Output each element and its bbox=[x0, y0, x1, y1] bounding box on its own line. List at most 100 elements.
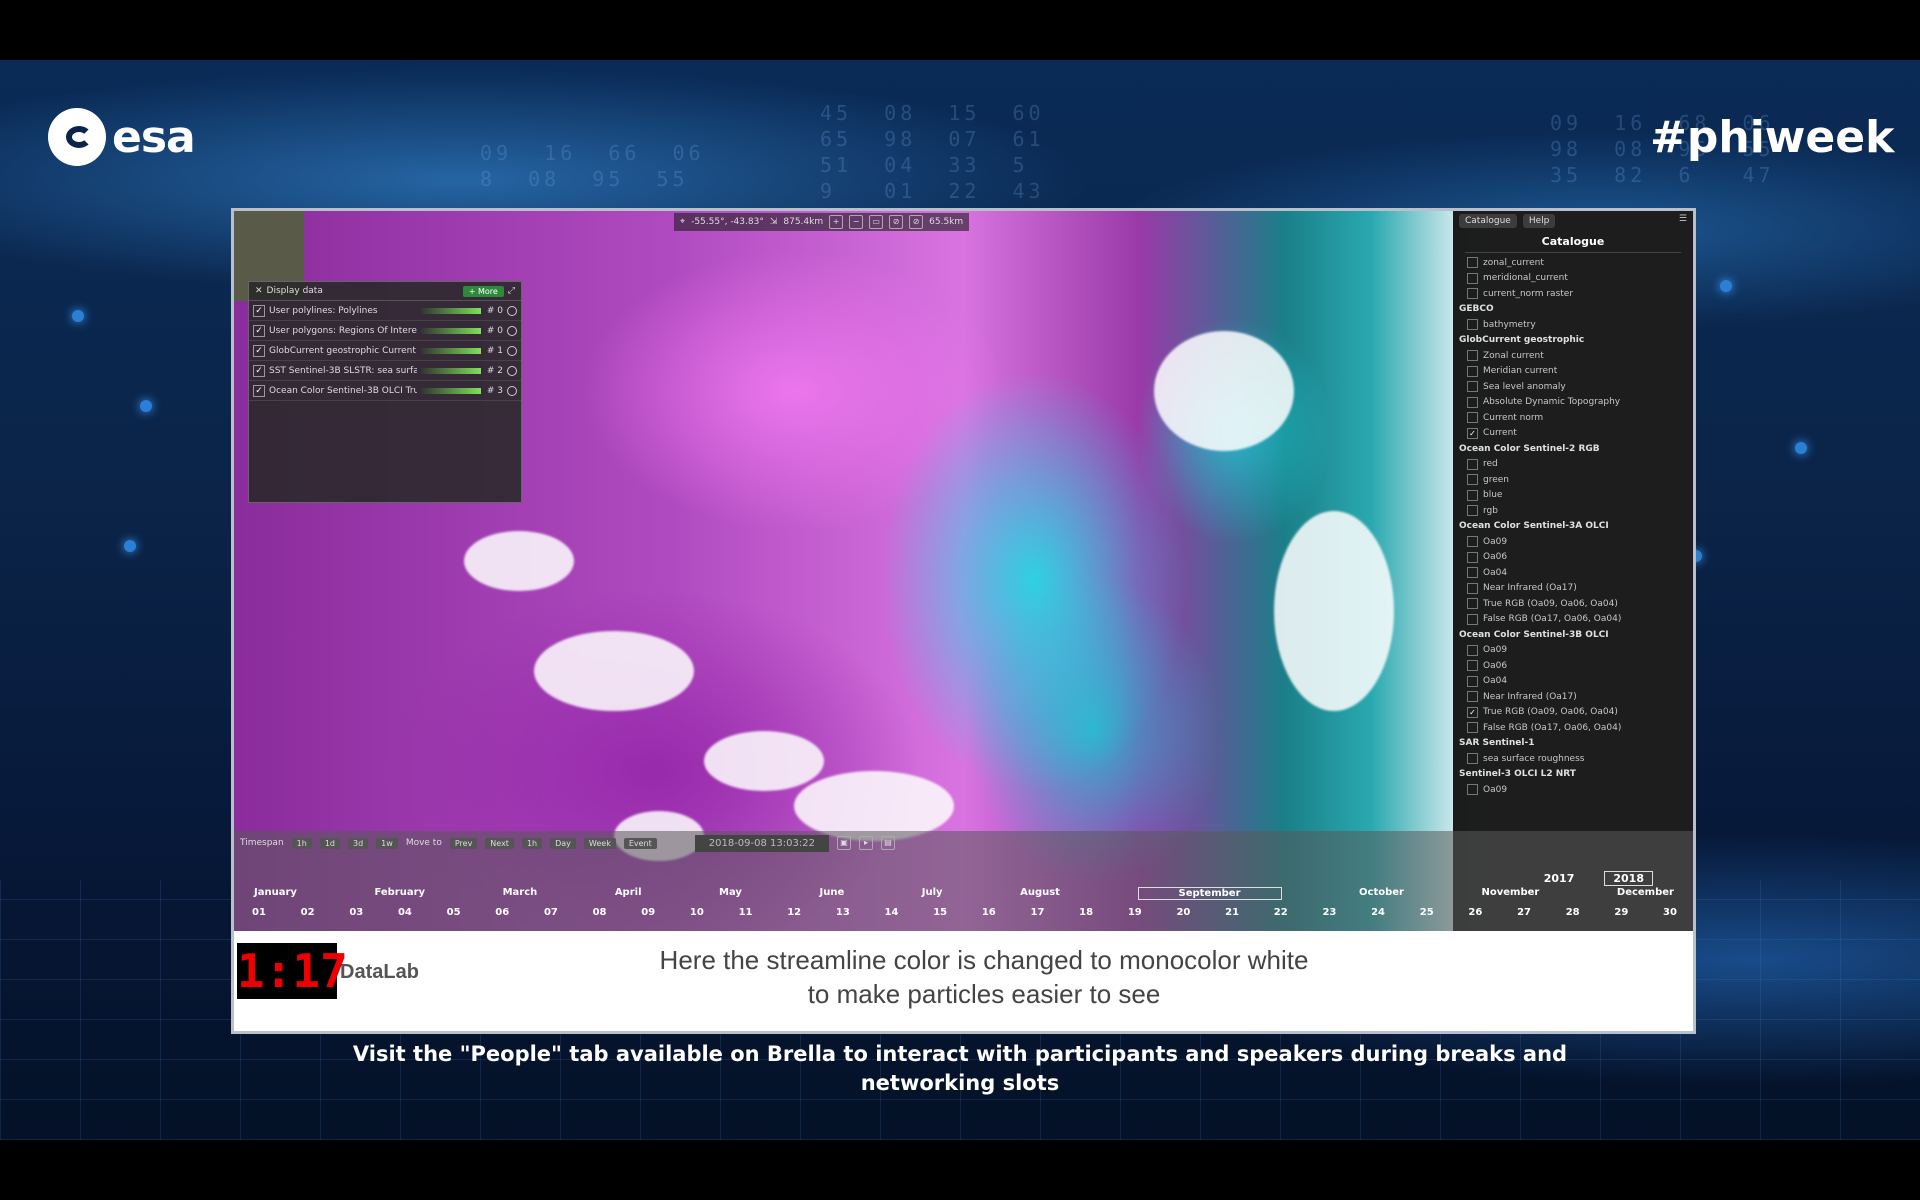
month-item[interactable]: January bbox=[254, 887, 297, 900]
catalogue-item[interactable]: Meridian current bbox=[1453, 364, 1693, 380]
span-button[interactable]: 1d bbox=[319, 837, 340, 849]
layer-checkbox[interactable]: ✓ bbox=[253, 364, 265, 377]
catalogue-item[interactable]: Oa04 bbox=[1453, 674, 1693, 690]
catalogue-group[interactable]: SAR Sentinel-1 bbox=[1453, 736, 1693, 752]
prev-button[interactable]: Prev bbox=[449, 837, 478, 849]
day-item[interactable]: 08 bbox=[593, 907, 607, 918]
catalogue-item[interactable]: False RGB (Oa17, Oa06, Oa04) bbox=[1453, 612, 1693, 628]
day-item[interactable]: 27 bbox=[1517, 907, 1531, 918]
month-item[interactable]: August bbox=[1020, 887, 1060, 900]
layer-opacity-slider[interactable] bbox=[421, 347, 481, 354]
day-item[interactable]: 24 bbox=[1371, 907, 1385, 918]
layer-settings-icon[interactable] bbox=[507, 385, 517, 396]
day-item[interactable]: 09 bbox=[641, 907, 655, 918]
tab-catalogue[interactable]: Catalogue bbox=[1459, 214, 1517, 228]
reset-icon[interactable]: ⊘ bbox=[909, 215, 924, 229]
catalogue-checkbox[interactable] bbox=[1467, 396, 1478, 408]
day-item[interactable]: 28 bbox=[1566, 907, 1580, 918]
catalogue-checkbox[interactable] bbox=[1467, 381, 1478, 393]
catalogue-item[interactable]: Current norm bbox=[1453, 410, 1693, 426]
no-entry-icon[interactable]: ⊘ bbox=[889, 215, 904, 229]
fit-icon[interactable]: ▣ bbox=[836, 836, 851, 850]
layer-opacity-slider[interactable] bbox=[421, 327, 481, 334]
catalogue-item[interactable]: blue bbox=[1453, 488, 1693, 504]
day-item[interactable]: 06 bbox=[495, 907, 509, 918]
catalogue-group[interactable]: Ocean Color Sentinel-2 RGB bbox=[1453, 441, 1693, 457]
zoom-out-button[interactable]: − bbox=[849, 215, 864, 229]
catalogue-checkbox[interactable] bbox=[1467, 365, 1478, 377]
step-button[interactable]: Event bbox=[623, 837, 657, 849]
catalogue-item[interactable]: current_norm raster bbox=[1453, 286, 1693, 302]
catalogue-checkbox[interactable] bbox=[1467, 412, 1478, 424]
month-item[interactable]: December bbox=[1617, 887, 1674, 900]
catalogue-checkbox[interactable] bbox=[1467, 722, 1478, 734]
layer-checkbox[interactable]: ✓ bbox=[253, 344, 265, 357]
layer-settings-icon[interactable] bbox=[507, 325, 517, 336]
catalogue-item[interactable]: rgb bbox=[1453, 503, 1693, 519]
day-item[interactable]: 11 bbox=[739, 907, 753, 918]
catalogue-checkbox[interactable] bbox=[1467, 691, 1478, 703]
catalogue-item[interactable]: Oa06 bbox=[1453, 550, 1693, 566]
satellite-map[interactable]: ⌖ -55.55°, -43.83° ⇲ 875.4km + − ▭ ⊘ ⊘ 6… bbox=[234, 211, 1693, 931]
measure-icon[interactable]: ▭ bbox=[869, 215, 884, 229]
layer-row[interactable]: ✓ User polylines: Polylines # 0 bbox=[249, 301, 521, 321]
layer-row[interactable]: ✓ Ocean Color Sentinel-3B OLCI True RGB..… bbox=[249, 381, 521, 401]
catalogue-checkbox[interactable] bbox=[1467, 272, 1478, 284]
layer-checkbox[interactable]: ✓ bbox=[253, 384, 265, 397]
year-item[interactable]: 2017 bbox=[1544, 872, 1575, 885]
catalogue-item[interactable]: Oa04 bbox=[1453, 565, 1693, 581]
more-button[interactable]: + More bbox=[462, 285, 504, 297]
catalogue-item[interactable]: zonal_current bbox=[1453, 255, 1693, 271]
layer-checkbox[interactable]: ✓ bbox=[253, 324, 265, 337]
calendar-icon[interactable]: ▤ bbox=[880, 836, 895, 850]
catalogue-checkbox[interactable] bbox=[1467, 784, 1478, 796]
catalogue-group[interactable]: Ocean Color Sentinel-3B OLCI bbox=[1453, 627, 1693, 643]
span-button[interactable]: 1h bbox=[291, 837, 312, 849]
catalogue-item[interactable]: bathymetry bbox=[1453, 317, 1693, 333]
day-item[interactable]: 25 bbox=[1420, 907, 1434, 918]
month-item[interactable]: February bbox=[374, 887, 425, 900]
catalogue-checkbox[interactable] bbox=[1467, 489, 1478, 501]
catalogue-checkbox[interactable] bbox=[1467, 288, 1478, 300]
current-date[interactable]: 2018-09-08 13:03:22 bbox=[694, 834, 829, 852]
day-item[interactable]: 14 bbox=[885, 907, 899, 918]
day-item[interactable]: 21 bbox=[1225, 907, 1239, 918]
catalogue-checkbox[interactable] bbox=[1467, 567, 1478, 579]
catalogue-item[interactable]: Oa06 bbox=[1453, 658, 1693, 674]
day-item[interactable]: 26 bbox=[1468, 907, 1482, 918]
catalogue-item[interactable]: Oa09 bbox=[1453, 534, 1693, 550]
catalogue-item[interactable]: Absolute Dynamic Topography bbox=[1453, 395, 1693, 411]
tab-help[interactable]: Help bbox=[1522, 214, 1556, 228]
play-icon[interactable]: ▸ bbox=[858, 836, 873, 850]
month-item[interactable]: June bbox=[819, 887, 844, 900]
month-item[interactable]: November bbox=[1482, 887, 1540, 900]
catalogue-checkbox[interactable] bbox=[1467, 753, 1478, 765]
day-item[interactable]: 10 bbox=[690, 907, 704, 918]
layer-row[interactable]: ✓ SST Sentinel-3B SLSTR: sea surface... # … bbox=[249, 361, 521, 381]
layer-opacity-slider[interactable] bbox=[421, 367, 481, 374]
catalogue-item[interactable]: Near Infrared (Oa17) bbox=[1453, 689, 1693, 705]
catalogue-group[interactable]: GlobCurrent geostrophic bbox=[1453, 333, 1693, 349]
day-item[interactable]: 04 bbox=[398, 907, 412, 918]
month-item[interactable]: July bbox=[922, 887, 943, 900]
catalogue-checkbox[interactable] bbox=[1467, 582, 1478, 594]
catalogue-checkbox[interactable] bbox=[1467, 675, 1478, 687]
catalogue-checkbox[interactable] bbox=[1467, 660, 1478, 672]
day-item[interactable]: 05 bbox=[447, 907, 461, 918]
month-item[interactable]: September bbox=[1137, 887, 1282, 900]
day-item[interactable]: 19 bbox=[1128, 907, 1142, 918]
zoom-in-button[interactable]: + bbox=[829, 215, 844, 229]
day-item[interactable]: 29 bbox=[1614, 907, 1628, 918]
day-item[interactable]: 17 bbox=[1031, 907, 1045, 918]
catalogue-checkbox[interactable] bbox=[1467, 474, 1478, 486]
catalogue-item[interactable]: Oa09 bbox=[1453, 643, 1693, 659]
day-item[interactable]: 20 bbox=[1176, 907, 1190, 918]
year-item[interactable]: 2018 bbox=[1604, 870, 1653, 886]
catalogue-item[interactable]: Sea level anomaly bbox=[1453, 379, 1693, 395]
layer-opacity-slider[interactable] bbox=[421, 307, 481, 314]
catalogue-checkbox[interactable] bbox=[1467, 536, 1478, 548]
day-item[interactable]: 12 bbox=[787, 907, 801, 918]
layer-settings-icon[interactable] bbox=[507, 365, 517, 376]
catalogue-checkbox[interactable]: ✓ bbox=[1467, 427, 1478, 439]
catalogue-item[interactable]: Near Infrared (Oa17) bbox=[1453, 581, 1693, 597]
